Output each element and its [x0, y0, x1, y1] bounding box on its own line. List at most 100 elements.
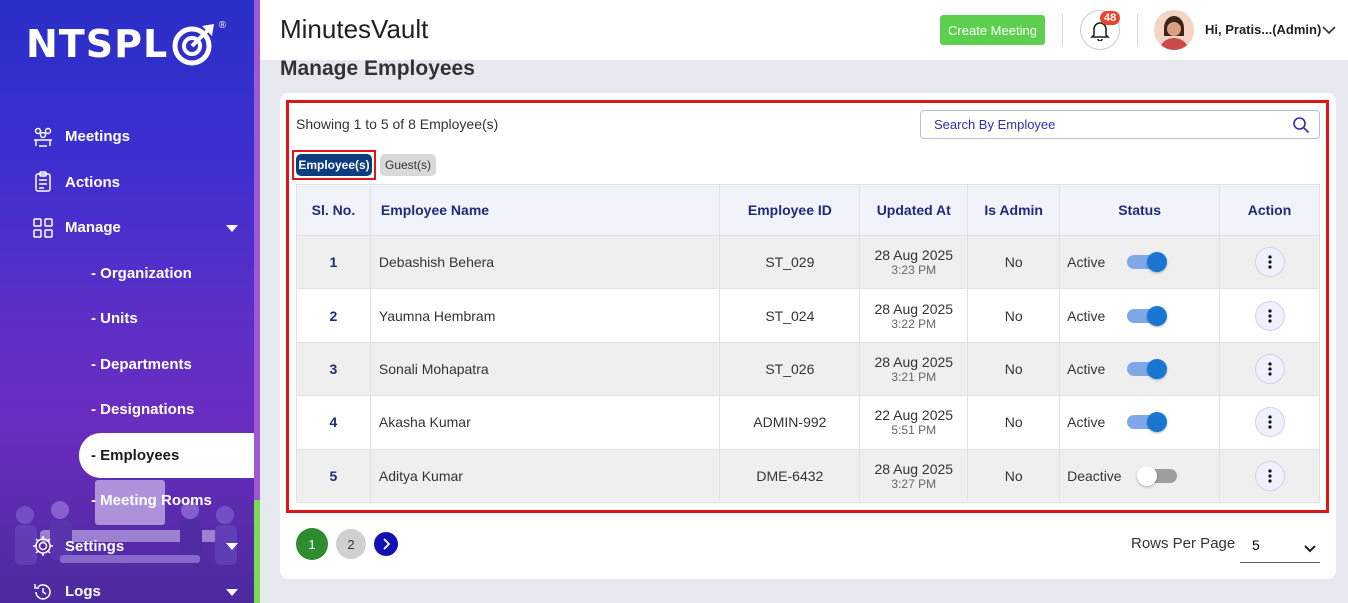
tab-employees[interactable]: Employee(s)	[296, 154, 372, 176]
employee-id-cell: ST_024	[719, 288, 861, 343]
action-cell	[1219, 448, 1320, 503]
updated-date: 22 Aug 2025	[874, 407, 954, 424]
sidebar: NTSPL ® Meetings Actions Manage - Organi…	[0, 0, 260, 603]
updated-time: 3:27 PM	[891, 476, 937, 491]
employee-name-cell: Sonali Mohapatra	[369, 341, 721, 397]
toggle-knob	[1137, 465, 1158, 486]
table-row: 2 Yaumna Hembram ST_024 28 Aug 2025 3:22…	[296, 288, 1320, 343]
avatar[interactable]	[1154, 10, 1194, 50]
updated-at-cell: 28 Aug 2025 3:22 PM	[859, 288, 969, 343]
sidebar-edge	[254, 0, 260, 500]
status-toggle[interactable]	[1127, 412, 1168, 433]
sidebar-item-employees[interactable]: - Employees	[79, 432, 254, 478]
next-page-button[interactable]	[374, 532, 398, 556]
sidebar-item-organization[interactable]: - Organization	[0, 251, 254, 297]
status-toggle[interactable]	[1127, 358, 1168, 379]
employee-id-cell: ADMIN-992	[719, 395, 861, 450]
tab-guests[interactable]: Guest(s)	[380, 154, 436, 176]
caret-down-icon	[226, 543, 238, 551]
sidebar-item-label: Settings	[65, 537, 125, 555]
divider	[1062, 14, 1063, 46]
more-options-button[interactable]	[1254, 353, 1285, 384]
status-cell: Deactive	[1059, 448, 1221, 503]
rows-per-page-label: Rows Per Page	[1131, 535, 1236, 552]
table-row: 3 Sonali Mohapatra ST_026 28 Aug 2025 3:…	[296, 341, 1320, 397]
brand-logo[interactable]: NTSPL ®	[26, 20, 226, 66]
sidebar-edge-accent	[254, 500, 260, 603]
is-admin-cell: No	[967, 395, 1061, 450]
sidebar-item-label: Meetings	[65, 128, 131, 146]
status-cell: Active	[1059, 288, 1221, 343]
registered-mark: ®	[218, 20, 227, 31]
toggle-knob	[1147, 305, 1168, 326]
updated-time: 5:51 PM	[891, 423, 937, 438]
create-meeting-button[interactable]: Create Meeting	[940, 15, 1045, 45]
page-button[interactable]: 1	[296, 528, 328, 560]
employee-name-cell: Aditya Kumar	[369, 448, 721, 503]
status-toggle[interactable]	[1137, 465, 1178, 486]
status-text: Deactive	[1067, 467, 1122, 484]
column-header: Employee Name	[369, 184, 721, 236]
sidebar-item-designations[interactable]: - Designations	[0, 387, 254, 433]
updated-time: 3:22 PM	[891, 316, 937, 331]
chevron-down-icon	[1304, 540, 1316, 556]
sidebar-item-departments[interactable]: - Departments	[0, 342, 254, 388]
toggle-knob	[1147, 412, 1168, 433]
sidebar-item-actions[interactable]: Actions	[0, 160, 254, 206]
updated-at-cell: 22 Aug 2025 5:51 PM	[859, 395, 969, 450]
table-header-row: Sl. No. Employee Name Employee ID Update…	[296, 184, 1320, 236]
table-row: 4 Akasha Kumar ADMIN-992 22 Aug 2025 5:5…	[296, 395, 1320, 450]
status-cell: Active	[1059, 395, 1221, 450]
app-title: MinutesVault	[280, 14, 429, 44]
updated-at-cell: 28 Aug 2025 3:21 PM	[859, 341, 969, 397]
employees-table: Sl. No. Employee Name Employee ID Update…	[296, 184, 1320, 503]
sidebar-item-units[interactable]: - Units	[0, 296, 254, 342]
chevron-down-icon[interactable]	[1322, 22, 1336, 40]
kebab-icon	[1267, 469, 1272, 483]
user-name[interactable]: Hi, Pratis...(Admin)	[1205, 22, 1321, 37]
logo-text: NTSPL	[26, 22, 169, 66]
is-admin-cell: No	[967, 234, 1061, 290]
pagination: 1 2	[296, 528, 406, 560]
status-text: Active	[1067, 254, 1106, 271]
search-box[interactable]	[920, 110, 1320, 139]
column-header: Action	[1219, 184, 1320, 236]
updated-time: 3:23 PM	[891, 263, 937, 278]
meetings-icon	[32, 126, 54, 148]
caret-down-icon	[226, 224, 238, 232]
page-button[interactable]: 2	[336, 529, 366, 559]
sidebar-item-meeting-rooms[interactable]: - Meeting Rooms	[0, 478, 254, 524]
search-icon[interactable]	[1292, 116, 1310, 139]
notification-count-badge: 48	[1100, 11, 1121, 25]
sidebar-nav: Meetings Actions Manage - Organization -	[0, 114, 254, 603]
status-cell: Active	[1059, 234, 1221, 290]
grid-icon	[32, 217, 54, 239]
sidebar-item-settings[interactable]: Settings	[0, 524, 254, 570]
status-text: Active	[1067, 307, 1106, 324]
sidebar-item-logs[interactable]: Logs	[0, 569, 254, 603]
more-options-button[interactable]	[1254, 300, 1285, 331]
employee-id-cell: DME-6432	[719, 448, 861, 503]
sidebar-item-meetings[interactable]: Meetings	[0, 114, 254, 160]
more-options-button[interactable]	[1254, 247, 1285, 278]
action-cell	[1219, 395, 1320, 450]
serial-cell: 2	[296, 288, 371, 343]
rows-per-page-select[interactable]: 5	[1240, 528, 1320, 563]
status-toggle[interactable]	[1127, 252, 1168, 273]
more-options-button[interactable]	[1254, 407, 1285, 438]
more-options-button[interactable]	[1254, 460, 1285, 491]
status-toggle[interactable]	[1127, 305, 1168, 326]
logo-target-icon: ®	[172, 20, 226, 66]
sidebar-item-manage[interactable]: Manage	[0, 205, 254, 251]
toggle-knob	[1147, 252, 1168, 273]
search-input[interactable]	[934, 117, 1274, 132]
employee-name-cell: Debashish Behera	[369, 234, 721, 290]
serial-cell: 3	[296, 341, 371, 397]
serial-cell: 5	[296, 448, 371, 503]
updated-date: 28 Aug 2025	[874, 247, 954, 264]
history-icon	[32, 581, 54, 603]
column-header: Sl. No.	[296, 184, 371, 236]
serial-cell: 4	[296, 395, 371, 450]
showing-count: Showing 1 to 5 of 8 Employee(s)	[296, 116, 499, 132]
column-header: Employee ID	[719, 184, 861, 236]
